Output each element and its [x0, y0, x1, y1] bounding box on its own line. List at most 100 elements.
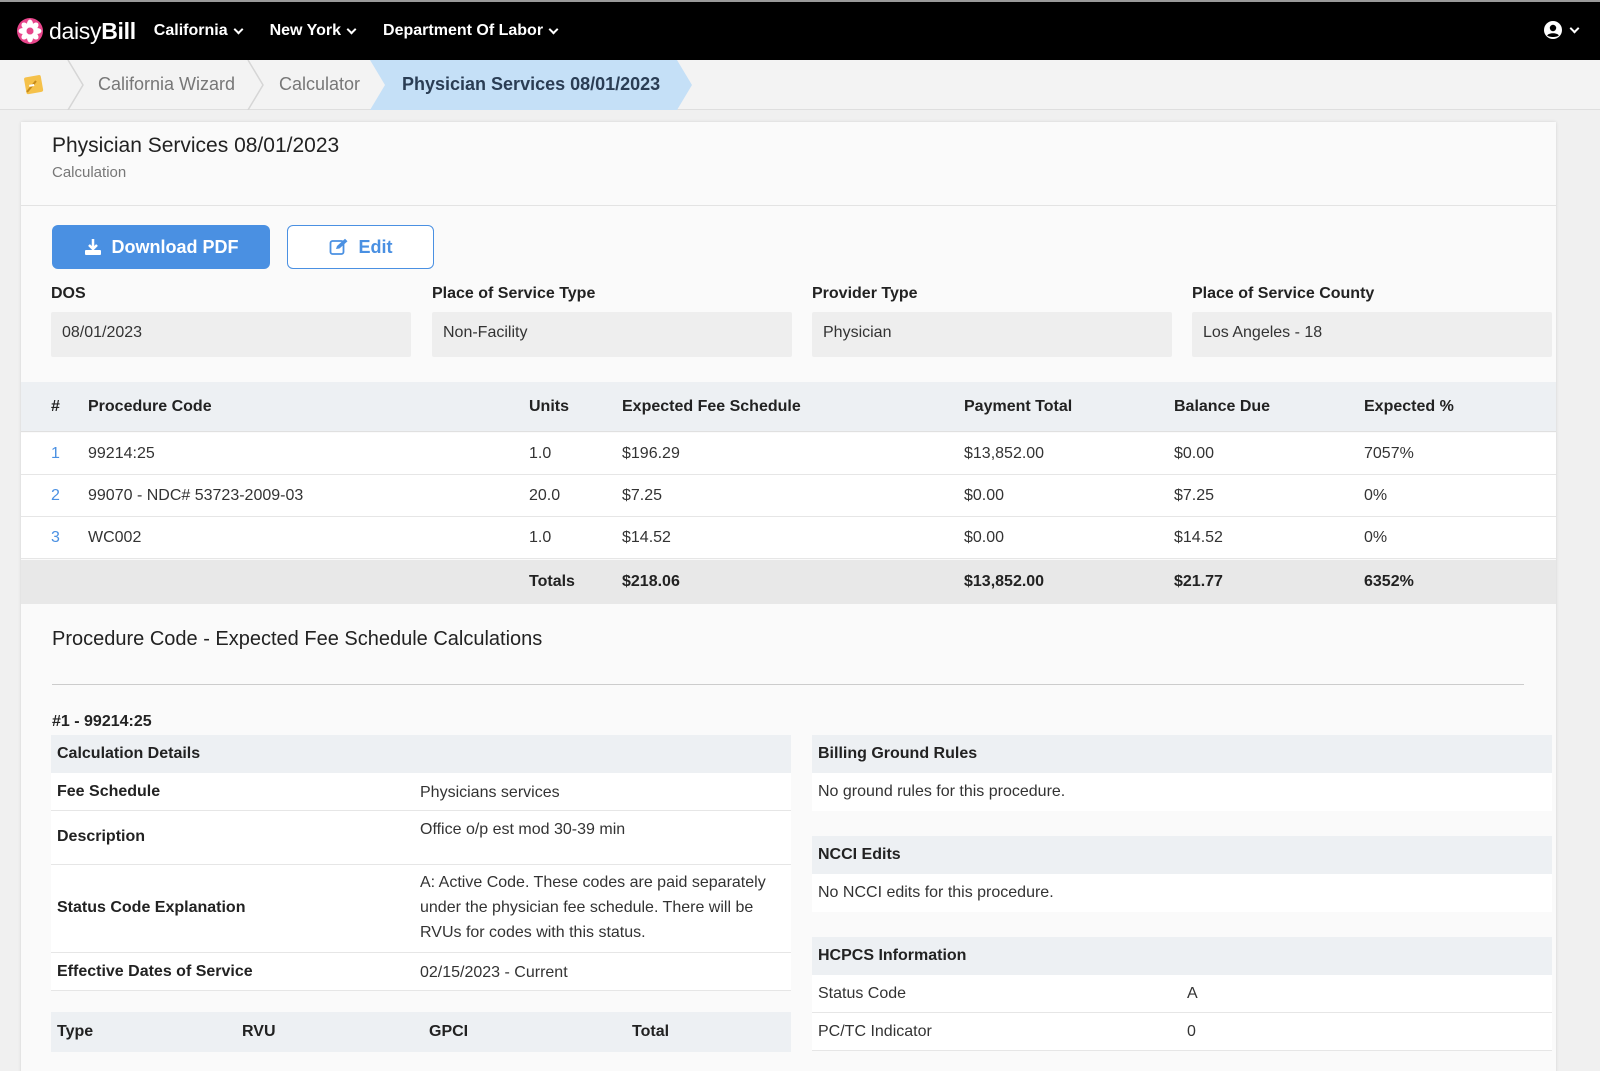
calculation-details-heading: Calculation Details: [51, 735, 791, 773]
table-row: 3 WC002 1.0 $14.52 $0.00 $14.52 0%: [21, 517, 1556, 559]
edit-label: Edit: [358, 236, 393, 257]
section-divider: [52, 684, 1524, 685]
dos-field: 08/01/2023: [51, 312, 411, 357]
nav-menu-department-of-labor[interactable]: Department Of Labor: [383, 22, 559, 40]
payment-total: $13,852.00: [964, 445, 1045, 462]
hcpcs-key: Status Code: [818, 985, 907, 1002]
payment-total: $0.00: [964, 487, 1005, 504]
units: 1.0: [529, 445, 552, 462]
place-of-service-type-label: Place of Service Type: [432, 285, 596, 302]
row-number-link[interactable]: 3: [51, 529, 60, 547]
detail-value: Physicians services: [420, 784, 560, 801]
detail-row-effective-dates: Effective Dates of Service 02/15/2023 - …: [51, 953, 791, 991]
detail-key: Effective Dates of Service: [57, 963, 253, 980]
chevron-down-icon: [346, 24, 357, 34]
billing-ground-rules-heading: Billing Ground Rules: [812, 735, 1552, 773]
totals-label: Totals: [529, 573, 575, 590]
billing-ground-rules-text: No ground rules for this procedure.: [818, 783, 1066, 800]
brand-name: daisyBill: [49, 17, 136, 44]
download-icon: [84, 239, 101, 255]
expected-percent: 0%: [1364, 487, 1388, 504]
detail-row-description: Description Office o/p est mod 30-39 min: [51, 811, 791, 865]
expected-fee: $14.52: [622, 529, 671, 546]
download-pdf-label: Download PDF: [111, 236, 239, 257]
totals-expected-fee: $218.06: [622, 573, 680, 590]
balance-due: $7.25: [1174, 487, 1215, 504]
nav-menu-new-york[interactable]: New York: [270, 22, 357, 40]
dos-label: DOS: [51, 285, 86, 302]
user-circle-icon: [1544, 21, 1562, 39]
procedure-code: 99214:25: [88, 445, 155, 462]
col-header-procedure-code: Procedure Code: [88, 398, 212, 415]
page-subtitle: Calculation: [52, 164, 127, 181]
procedure-table-header: # Procedure Code Units Expected Fee Sche…: [21, 382, 1556, 432]
ncci-edits-text: No NCCI edits for this procedure.: [818, 884, 1054, 901]
nav-menu-california[interactable]: California: [154, 22, 244, 40]
detail-key: Description: [57, 828, 146, 845]
col-header-units: Units: [529, 398, 569, 415]
breadcrumb-chevrons: [67, 60, 692, 110]
expected-fee: $7.25: [622, 487, 663, 504]
hcpcs-value: 0: [1187, 1023, 1196, 1040]
rvu-col-total: Total: [632, 1023, 670, 1040]
expected-percent: 7057%: [1364, 445, 1414, 462]
expected-fee: $196.29: [622, 445, 680, 462]
units: 20.0: [529, 487, 561, 504]
calculator-home-icon[interactable]: [22, 72, 46, 96]
edit-button[interactable]: Edit: [287, 225, 434, 269]
hcpcs-value: A: [1187, 985, 1198, 1002]
place-of-service-county-label: Place of Service County: [1192, 285, 1375, 302]
procedure-item-label: #1 - 99214:25: [52, 713, 152, 730]
rvu-col-type: Type: [57, 1023, 94, 1040]
user-account-menu[interactable]: [1543, 20, 1580, 40]
detail-row-status-code-explanation: Status Code Explanation A: Active Code. …: [51, 865, 791, 953]
place-of-service-county-field: Los Angeles - 18: [1192, 312, 1552, 357]
table-row: 2 99070 - NDC# 53723-2009-03 20.0 $7.25 …: [21, 475, 1556, 517]
breadcrumb-california-wizard[interactable]: California Wizard: [98, 74, 235, 95]
rvu-col-gpci: GPCI: [429, 1023, 469, 1040]
chevron-down-icon: [548, 24, 559, 34]
hcpcs-key: PC/TC Indicator: [818, 1023, 932, 1040]
col-header-expected-fee: Expected Fee Schedule: [622, 398, 801, 415]
row-number-link[interactable]: 2: [51, 487, 60, 505]
hcpcs-row-pc-tc-indicator: PC/TC Indicator 0: [812, 1013, 1552, 1051]
payment-total: $0.00: [964, 529, 1005, 546]
detail-value: A: Active Code. These codes are paid sep…: [420, 874, 766, 941]
daisybill-logo[interactable]: daisyBill: [16, 17, 136, 45]
rvu-col-rvu: RVU: [242, 1023, 276, 1040]
daisy-flower-icon: [17, 18, 43, 44]
detail-row-fee-schedule: Fee Schedule Physicians services: [51, 773, 791, 811]
calculation-card: Physician Services 08/01/2023 Calculatio…: [21, 122, 1556, 1071]
download-pdf-button[interactable]: Download PDF: [52, 225, 270, 269]
col-header-payment-total: Payment Total: [964, 398, 1073, 415]
totals-balance: $21.77: [1174, 573, 1223, 590]
provider-type-field: Physician: [812, 312, 1172, 357]
breadcrumb-current-page: Physician Services 08/01/2023: [402, 74, 661, 94]
col-header-number: #: [51, 398, 60, 415]
chevron-down-icon: [233, 24, 244, 34]
detail-key: Status Code Explanation: [57, 899, 246, 916]
place-of-service-type-field: Non-Facility: [432, 312, 792, 357]
card-header: Physician Services 08/01/2023 Calculatio…: [21, 122, 1556, 206]
ncci-edits-body: No NCCI edits for this procedure.: [812, 874, 1552, 912]
table-row: 1 99214:25 1.0 $196.29 $13,852.00 $0.00 …: [21, 433, 1556, 475]
hcpcs-row-status-code: Status Code A: [812, 975, 1552, 1013]
totals-percent: 6352%: [1364, 573, 1414, 590]
totals-payment: $13,852.00: [964, 573, 1045, 590]
detail-value: 02/15/2023 - Current: [420, 964, 568, 981]
col-header-balance-due: Balance Due: [1174, 398, 1271, 415]
page-title: Physician Services 08/01/2023: [52, 134, 340, 157]
billing-ground-rules-body: No ground rules for this procedure.: [812, 773, 1552, 811]
top-nav: daisyBill California New York Department…: [0, 0, 1600, 60]
expected-percent: 0%: [1364, 529, 1388, 546]
units: 1.0: [529, 529, 552, 546]
hcpcs-information-heading: HCPCS Information: [812, 937, 1552, 975]
calculations-section-title: Procedure Code - Expected Fee Schedule C…: [52, 628, 543, 650]
provider-type-label: Provider Type: [812, 285, 918, 302]
breadcrumb-calculator[interactable]: Calculator: [279, 74, 360, 95]
procedure-code: 99070 - NDC# 53723-2009-03: [88, 487, 304, 504]
row-number-link[interactable]: 1: [51, 445, 60, 463]
breadcrumb: California Wizard Calculator Physician S…: [0, 60, 1600, 110]
edit-icon: [329, 238, 347, 255]
rvu-table-header: Type RVU GPCI Total: [51, 1012, 791, 1052]
